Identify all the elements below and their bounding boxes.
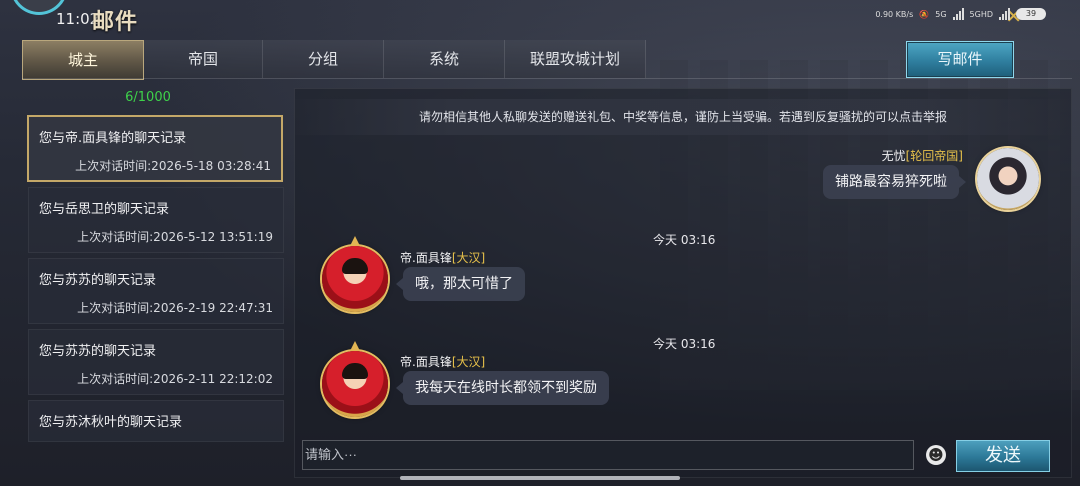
sender-tag: [轮回帝国]	[905, 149, 963, 163]
sender-name: 无忧[轮回帝国]	[881, 149, 963, 163]
status-bar: 11:02 邮件 ✕ 0.90 KB/s 🔕 5G 5GHD 39	[0, 0, 1080, 36]
thread-time: 上次对话时间:2026-5-12 13:51:19	[77, 230, 273, 244]
thread-list: 6/1000 您与帝.面具锋的聊天记录 上次对话时间:2026-5-18 03:…	[20, 86, 290, 466]
battery-icon: 39	[1016, 8, 1046, 20]
thread-time: 上次对话时间:2026-5-18 03:28:41	[75, 159, 271, 173]
safety-notice[interactable]: 请勿相信其他人私聊发送的赠送礼包、中奖等信息，谨防上当受骗。若遇到反复骚扰的可以…	[295, 99, 1071, 135]
sender-tag: [大汉]	[451, 251, 486, 265]
sender-portrait[interactable]	[322, 236, 388, 312]
message-bubble: 哦，那太可惜了	[396, 267, 525, 301]
thread-title: 您与苏沐秋叶的聊天记录	[39, 415, 183, 430]
signal-icon	[952, 8, 964, 20]
message-timestamp: 今天 03:16	[653, 337, 716, 351]
home-indicator[interactable]	[400, 476, 680, 480]
thread-time: 上次对话时间:2026-2-19 22:47:31	[77, 301, 273, 315]
thread-item[interactable]: 您与苏苏的聊天记录 上次对话时间:2026-2-11 22:12:02	[28, 329, 284, 395]
net-speed: 0.90 KB/s	[875, 9, 914, 19]
chat-panel: 请勿相信其他人私聊发送的赠送礼包、中奖等信息，谨防上当受骗。若遇到反复骚扰的可以…	[294, 88, 1072, 478]
sender-tag: [大汉]	[451, 355, 486, 369]
thread-title: 您与岳思卫的聊天记录	[39, 202, 170, 217]
tab-lord[interactable]: 城主	[22, 40, 144, 80]
message-timestamp: 今天 03:16	[653, 233, 716, 247]
message-input[interactable]	[302, 440, 914, 470]
thread-title: 您与帝.面具锋的聊天记录	[39, 131, 187, 146]
tab-divider	[22, 78, 1072, 79]
tab-system[interactable]: 系统	[384, 40, 505, 78]
sender-portrait[interactable]	[322, 341, 388, 417]
thread-item[interactable]: 您与岳思卫的聊天记录 上次对话时间:2026-5-12 13:51:19	[28, 187, 284, 253]
send-button[interactable]: 发送	[956, 440, 1050, 472]
message-bubble: 铺路最容易猝死啦	[823, 165, 966, 199]
thread-title: 您与苏苏的聊天记录	[39, 273, 157, 288]
sender-name: 帝.面具锋[大汉]	[400, 355, 486, 369]
thread-time: 上次对话时间:2026-2-11 22:12:02	[77, 372, 273, 386]
thread-item[interactable]: 您与苏苏的聊天记录 上次对话时间:2026-2-19 22:47:31	[28, 258, 284, 324]
sender-name: 帝.面具锋[大汉]	[400, 251, 486, 265]
thread-item[interactable]: 您与帝.面具锋的聊天记录 上次对话时间:2026-5-18 03:28:41	[27, 115, 283, 182]
tab-empire[interactable]: 帝国	[144, 40, 263, 78]
page-title: 邮件	[92, 10, 139, 35]
write-mail-button[interactable]: 写邮件	[906, 41, 1014, 78]
mail-count: 6/1000	[125, 90, 171, 105]
message-bubble: 我每天在线时长都领不到奖励	[396, 371, 609, 405]
net-5g: 5G	[935, 9, 947, 19]
emoji-icon[interactable]: ☻	[926, 445, 946, 465]
tab-group[interactable]: 分组	[263, 40, 384, 78]
mute-icon: 🔕	[919, 9, 930, 19]
thread-item[interactable]: 您与苏沐秋叶的聊天记录	[28, 400, 284, 442]
signal-icon-2	[999, 8, 1010, 20]
tab-alliance-siege[interactable]: 联盟攻城计划	[505, 40, 646, 78]
sender-portrait[interactable]	[977, 148, 1039, 210]
mail-tabs: 城主 帝国 分组 系统 联盟攻城计划	[22, 40, 646, 80]
thread-title: 您与苏苏的聊天记录	[39, 344, 157, 359]
system-icons: 0.90 KB/s 🔕 5G 5GHD 39	[875, 8, 1046, 20]
net-5g-hd: 5GHD	[969, 9, 993, 19]
